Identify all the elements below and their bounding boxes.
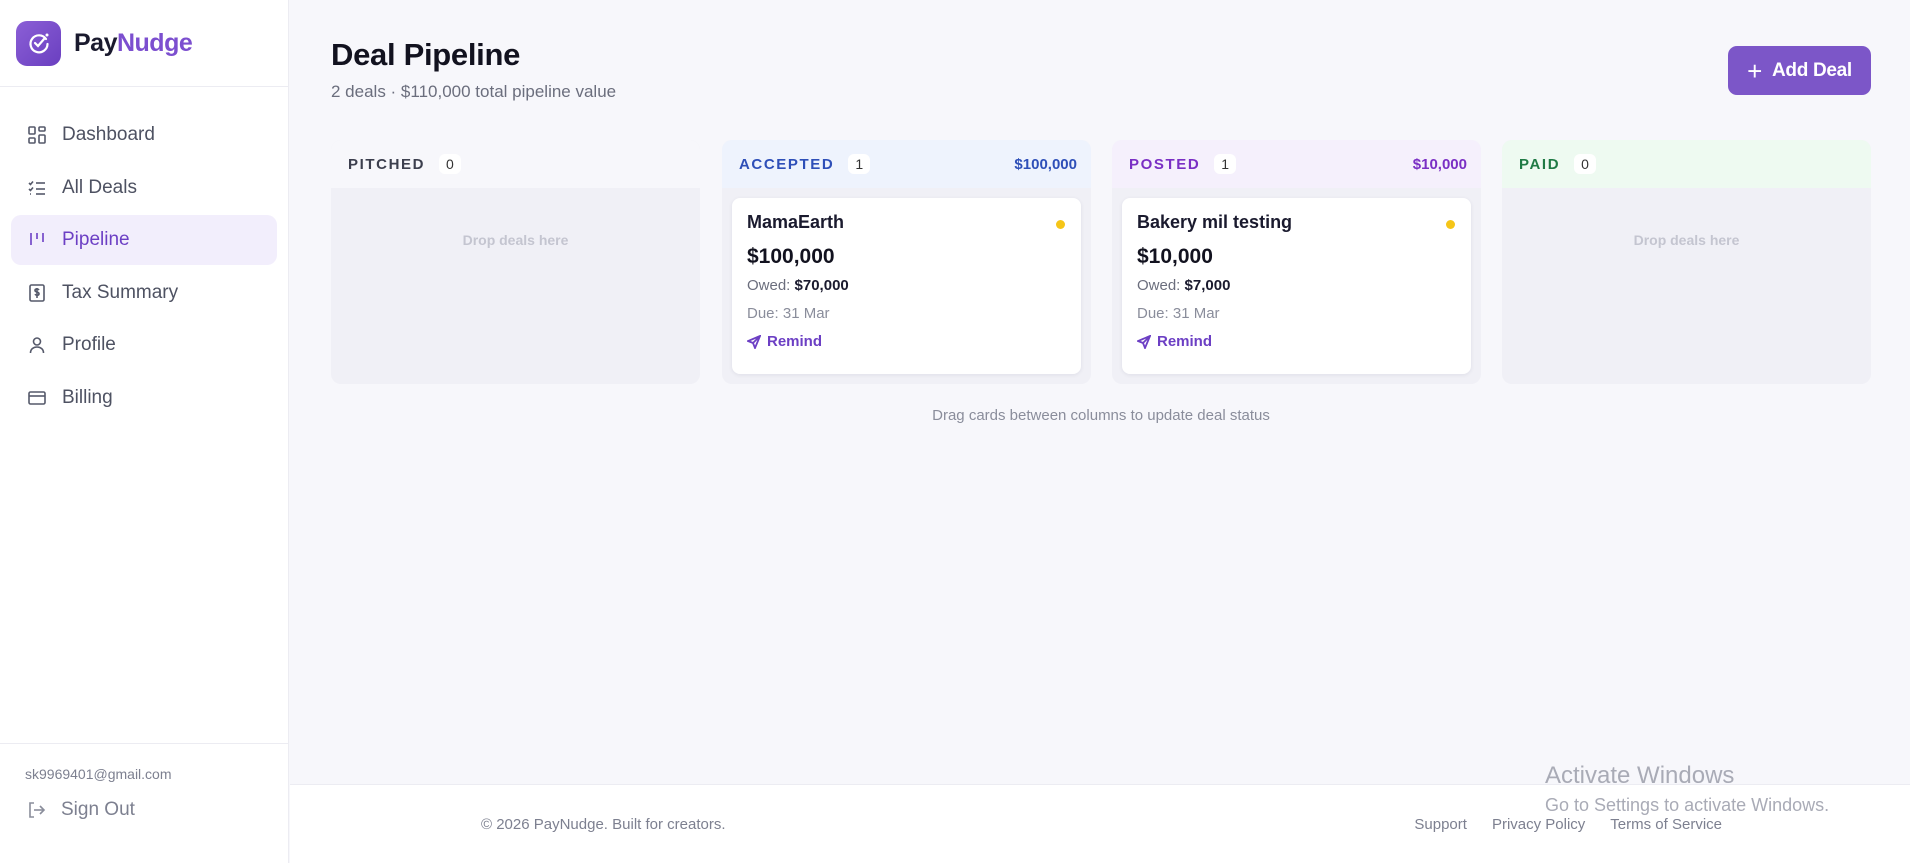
list-check-icon <box>26 177 48 199</box>
logo[interactable]: PayNudge <box>0 0 288 87</box>
column-header: PITCHED 0 <box>331 140 700 188</box>
column-count: 0 <box>1574 154 1596 174</box>
user-icon <box>26 334 48 356</box>
sidebar: PayNudge Dashboard All Deals Pipeline Ta… <box>0 0 289 863</box>
deal-owed: Owed: $7,000 <box>1137 277 1231 294</box>
remind-label: Remind <box>767 333 823 350</box>
column-count: 0 <box>439 154 461 174</box>
drop-hint: Drop deals here <box>462 232 569 248</box>
remind-button[interactable]: Remind <box>1137 333 1456 350</box>
add-deal-label: Add Deal <box>1771 59 1852 81</box>
sidebar-item-label: Billing <box>62 386 113 408</box>
sign-out-label: Sign Out <box>61 799 135 820</box>
column-title: POSTED <box>1129 155 1201 173</box>
sidebar-item-label: Profile <box>62 334 116 355</box>
deal-amount: $10,000 <box>1137 245 1213 268</box>
sign-out-button[interactable]: Sign Out <box>26 799 135 821</box>
brand-name: PayNudge <box>74 28 193 57</box>
sidebar-item-billing[interactable]: Billing <box>11 373 277 423</box>
status-dot <box>1056 220 1065 229</box>
windows-activation-watermark: Activate Windows Go to Settings to activ… <box>1545 762 1830 815</box>
column-total: $10,000 <box>1412 155 1467 173</box>
sidebar-item-all-deals[interactable]: All Deals <box>11 163 277 213</box>
kanban-icon <box>26 229 48 251</box>
sidebar-footer: sk9969401@gmail.com Sign Out <box>0 743 289 863</box>
deal-name: MamaEarth <box>747 212 845 232</box>
page-subtitle: 2 deals · $110,000 total pipeline value <box>331 82 617 101</box>
column-accepted[interactable]: ACCEPTED 1 $100,000 MamaEarth $100,000 O… <box>722 140 1091 384</box>
grid-icon <box>26 124 48 146</box>
add-deal-button[interactable]: + Add Deal <box>1728 46 1871 95</box>
sidebar-nav: Dashboard All Deals Pipeline Tax Summary… <box>0 87 288 423</box>
sidebar-item-label: Tax Summary <box>62 281 179 303</box>
column-header: ACCEPTED 1 $100,000 <box>722 140 1091 188</box>
remind-button[interactable]: Remind <box>747 333 1066 350</box>
send-icon <box>1137 334 1151 349</box>
column-title: PITCHED <box>348 155 426 173</box>
sidebar-item-tax-summary[interactable]: Tax Summary <box>11 268 277 318</box>
deal-amount: $100,000 <box>747 245 835 268</box>
drag-hint: Drag cards between columns to update dea… <box>932 407 1270 424</box>
terms-link[interactable]: Terms of Service <box>1610 816 1722 833</box>
card-icon <box>26 387 48 409</box>
sidebar-item-dashboard[interactable]: Dashboard <box>11 110 277 160</box>
receipt-icon <box>26 282 48 304</box>
user-email: sk9969401@gmail.com <box>25 766 172 782</box>
column-posted[interactable]: POSTED 1 $10,000 Bakery mil testing $10,… <box>1112 140 1481 384</box>
column-title: PAID <box>1519 155 1561 173</box>
column-paid[interactable]: PAID 0 Drop deals here <box>1502 140 1871 384</box>
plus-icon: + <box>1747 55 1762 86</box>
page-title: Deal Pipeline <box>331 37 521 72</box>
deal-due: Due: 31 Mar <box>1137 305 1220 322</box>
column-pitched[interactable]: PITCHED 0 Drop deals here <box>331 140 700 384</box>
deal-card[interactable]: MamaEarth $100,000 Owed: $70,000 Due: 31… <box>732 198 1081 374</box>
sidebar-item-label: Pipeline <box>62 229 130 250</box>
column-count: 1 <box>848 154 871 174</box>
column-header: PAID 0 <box>1502 140 1871 188</box>
sidebar-item-label: All Deals <box>62 176 137 198</box>
drop-hint: Drop deals here <box>1633 232 1740 248</box>
sidebar-item-label: Dashboard <box>62 124 155 145</box>
copyright: © 2026 PayNudge. Built for creators. <box>481 816 726 833</box>
footer-links: Support Privacy Policy Terms of Service <box>1414 816 1722 833</box>
column-count: 1 <box>1214 154 1237 174</box>
deal-owed: Owed: $70,000 <box>747 277 849 294</box>
logo-icon <box>16 20 61 66</box>
privacy-policy-link[interactable]: Privacy Policy <box>1492 816 1585 833</box>
column-total: $100,000 <box>1014 155 1077 173</box>
deal-card[interactable]: Bakery mil testing $10,000 Owed: $7,000 … <box>1122 198 1471 374</box>
logout-icon <box>29 802 46 818</box>
column-header: POSTED 1 $10,000 <box>1112 140 1481 188</box>
remind-label: Remind <box>1157 333 1213 350</box>
deal-due: Due: 31 Mar <box>747 305 830 322</box>
status-dot <box>1446 220 1455 229</box>
sidebar-item-profile[interactable]: Profile <box>11 320 277 370</box>
send-icon <box>747 334 761 349</box>
deal-name: Bakery mil testing <box>1137 212 1293 232</box>
sidebar-item-pipeline[interactable]: Pipeline <box>11 215 277 265</box>
column-title: ACCEPTED <box>739 155 835 173</box>
support-link[interactable]: Support <box>1414 816 1467 833</box>
